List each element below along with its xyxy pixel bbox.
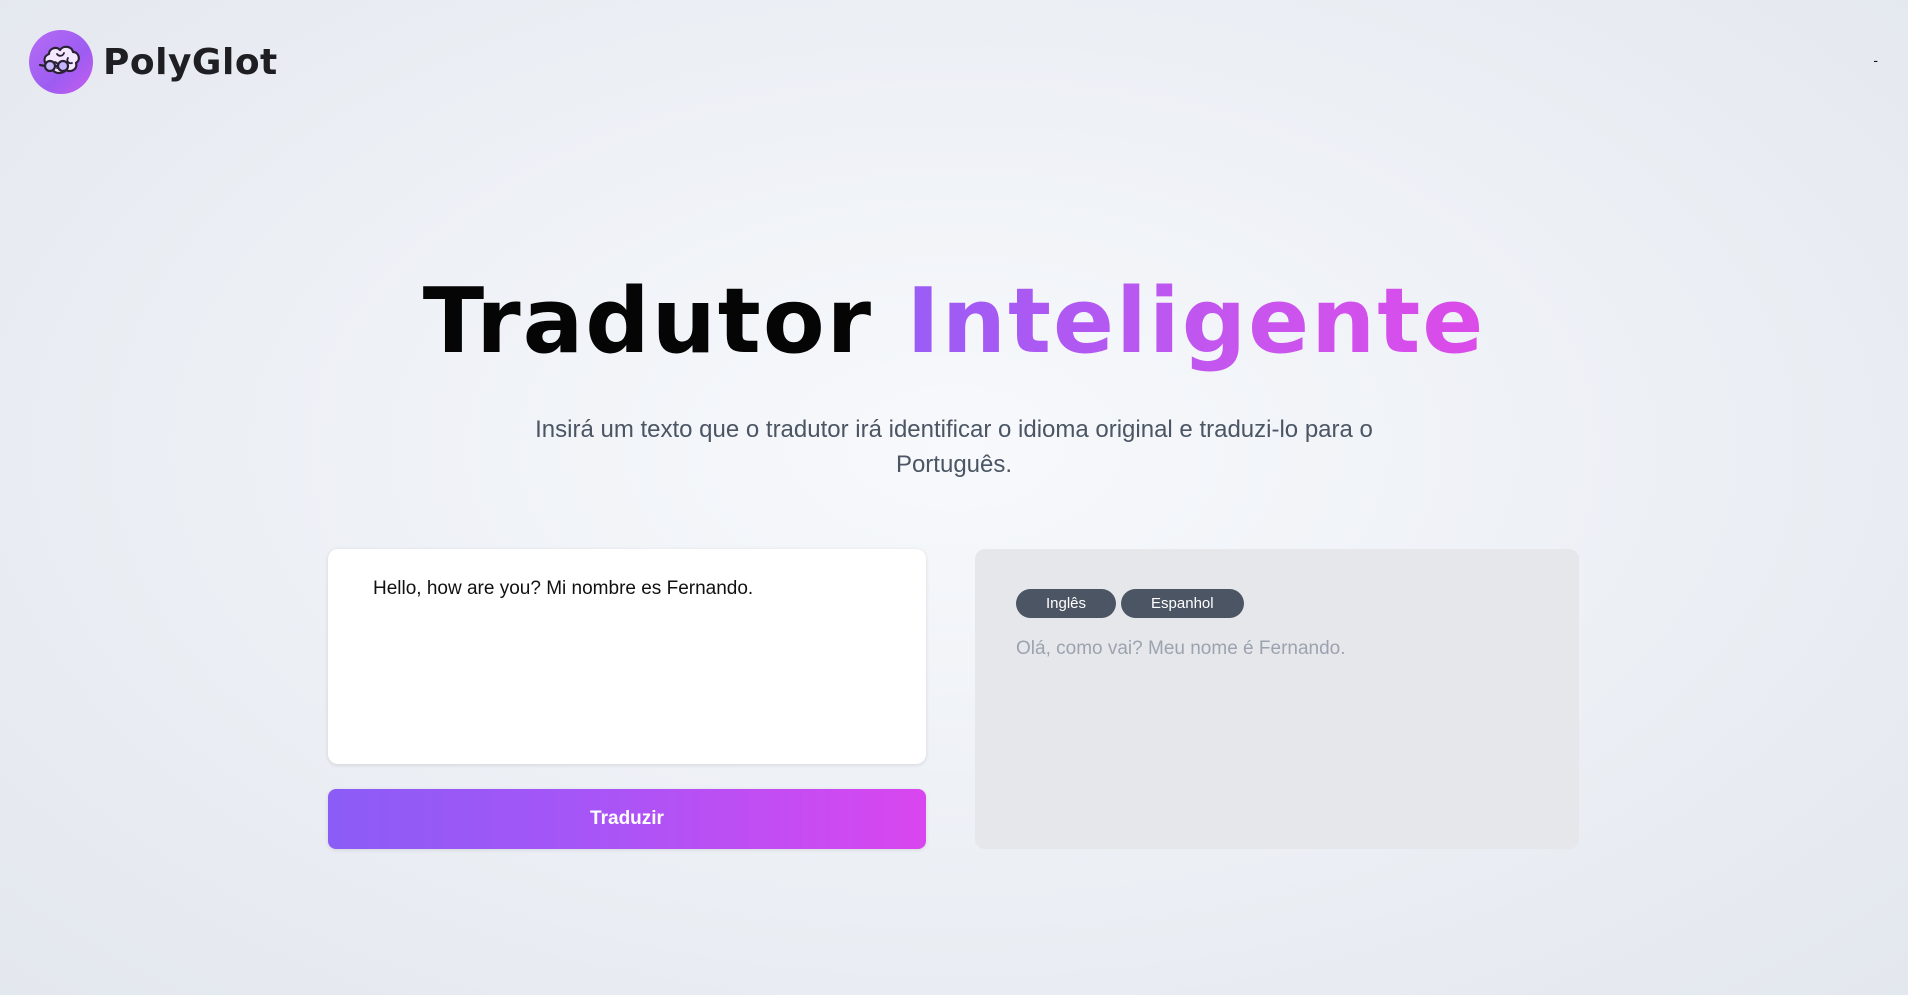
page-title: Tradutor Inteligente [0, 272, 1908, 372]
source-text-card: Hello, how are you? Mi nombre es Fernand… [328, 549, 926, 764]
title-highlight: Inteligente [906, 269, 1486, 374]
translation-output-text: Olá, como vai? Meu nome é Fernando. [1016, 638, 1346, 659]
app-header: PolyGlot [29, 30, 278, 94]
language-badge: Espanhol [1121, 589, 1244, 618]
page-subtitle: Insirá um texto que o tradutor irá ident… [535, 416, 1373, 478]
translation-output-card: Inglês Espanhol Olá, como vai? Meu nome … [975, 549, 1579, 849]
header-menu-indicator[interactable]: - [1873, 52, 1878, 68]
detected-languages: Inglês Espanhol [1016, 589, 1538, 618]
translate-button[interactable]: Traduzir [328, 789, 926, 849]
language-badge: Inglês [1016, 589, 1117, 618]
brand-name[interactable]: PolyGlot [103, 42, 278, 83]
brain-icon[interactable] [29, 30, 93, 94]
title-plain: Tradutor [422, 269, 874, 374]
source-text-input[interactable]: Hello, how are you? Mi nombre es Fernand… [328, 549, 926, 764]
